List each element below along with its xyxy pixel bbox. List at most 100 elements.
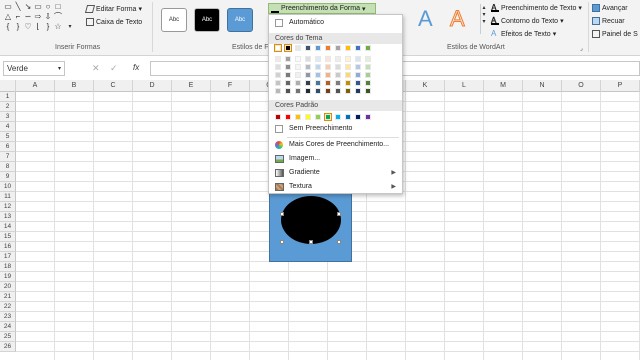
theme-color-swatch[interactable]: [345, 72, 351, 78]
theme-color-swatch[interactable]: [325, 64, 331, 70]
wordart-style-blue[interactable]: A: [418, 6, 433, 32]
theme-color-swatch[interactable]: [274, 44, 282, 52]
column-header[interactable]: E: [172, 80, 211, 92]
row-header[interactable]: 21: [0, 292, 16, 302]
column-header[interactable]: O: [562, 80, 601, 92]
theme-color-swatch[interactable]: [284, 44, 292, 52]
theme-color-swatch[interactable]: [295, 64, 301, 70]
standard-color-swatch[interactable]: [305, 114, 311, 120]
theme-color-swatch[interactable]: [315, 88, 321, 94]
theme-color-swatch[interactable]: [305, 80, 311, 86]
row-header[interactable]: 13: [0, 212, 16, 222]
text-effects-button[interactable]: A Efeitos de Texto ▾: [491, 30, 556, 39]
theme-color-swatch[interactable]: [355, 88, 361, 94]
theme-color-swatch[interactable]: [305, 64, 311, 70]
theme-color-swatch[interactable]: [365, 88, 371, 94]
row-header[interactable]: 7: [0, 152, 16, 162]
theme-color-swatch[interactable]: [345, 45, 351, 51]
down-arrow-shape-icon[interactable]: ⇩: [44, 13, 52, 21]
name-box[interactable]: Verde ▾: [3, 61, 65, 76]
row-header[interactable]: 1: [0, 92, 16, 102]
theme-color-swatch[interactable]: [325, 88, 331, 94]
theme-color-swatch[interactable]: [305, 72, 311, 78]
heart-shape-icon[interactable]: ♡: [24, 23, 32, 31]
theme-color-swatch[interactable]: [335, 56, 341, 62]
send-backward-button[interactable]: Recuar: [592, 17, 625, 25]
oval-shape-icon[interactable]: ○: [44, 3, 52, 11]
shape-style-blue[interactable]: Abc: [227, 8, 253, 32]
brace-close-shape-icon[interactable]: }: [14, 23, 22, 31]
enter-icon[interactable]: ✓: [110, 63, 118, 74]
brace2-shape-icon[interactable]: }: [44, 23, 52, 31]
row-header[interactable]: 8: [0, 162, 16, 172]
theme-color-swatch[interactable]: [325, 72, 331, 78]
insert-function-icon[interactable]: fx: [133, 63, 139, 72]
wordart-style-orange[interactable]: A: [450, 6, 466, 32]
standard-color-swatch[interactable]: [324, 113, 332, 121]
theme-color-swatch[interactable]: [285, 88, 291, 94]
theme-color-swatch[interactable]: [355, 45, 361, 51]
standard-color-swatch[interactable]: [275, 114, 281, 120]
row-header[interactable]: 15: [0, 232, 16, 242]
standard-color-swatch[interactable]: [295, 114, 301, 120]
row-header[interactable]: 17: [0, 252, 16, 262]
selection-handle[interactable]: [280, 240, 284, 244]
shape-fill-button[interactable]: Preenchimento da Forma ▾: [268, 3, 376, 14]
selection-handle[interactable]: [337, 240, 341, 244]
theme-color-swatch[interactable]: [325, 80, 331, 86]
row-header[interactable]: 24: [0, 322, 16, 332]
column-header[interactable]: F: [211, 80, 250, 92]
text-box-button[interactable]: Caixa de Texto: [86, 18, 142, 26]
rectangle-shape-icon[interactable]: ▭: [4, 3, 12, 11]
row-header[interactable]: 10: [0, 182, 16, 192]
theme-color-swatch[interactable]: [365, 80, 371, 86]
theme-color-swatch[interactable]: [315, 72, 321, 78]
row-header[interactable]: 20: [0, 282, 16, 292]
theme-color-swatch[interactable]: [295, 56, 301, 62]
bring-forward-button[interactable]: Avançar: [592, 4, 628, 12]
standard-color-swatch[interactable]: [365, 114, 371, 120]
theme-color-swatch[interactable]: [345, 56, 351, 62]
theme-color-swatch[interactable]: [275, 56, 281, 62]
text-fill-button[interactable]: A Preenchimento de Texto ▾: [491, 4, 582, 12]
column-header[interactable]: D: [133, 80, 172, 92]
row-header[interactable]: 3: [0, 112, 16, 122]
shape-style-outline[interactable]: Abc: [161, 8, 187, 32]
selection-handle[interactable]: [309, 240, 313, 244]
theme-color-swatch[interactable]: [335, 72, 341, 78]
theme-color-swatch[interactable]: [295, 88, 301, 94]
theme-color-swatch[interactable]: [315, 80, 321, 86]
theme-color-swatch[interactable]: [355, 80, 361, 86]
theme-color-swatch[interactable]: [275, 72, 281, 78]
curve-shape-icon[interactable]: ⌒: [54, 13, 62, 21]
theme-color-swatch[interactable]: [335, 80, 341, 86]
row-header[interactable]: 6: [0, 142, 16, 152]
theme-color-swatch[interactable]: [335, 45, 341, 51]
theme-color-swatch[interactable]: [315, 56, 321, 62]
theme-color-swatch[interactable]: [275, 88, 281, 94]
row-header[interactable]: 5: [0, 132, 16, 142]
select-all-corner[interactable]: [0, 80, 16, 92]
edit-shape-button[interactable]: Editar Forma ▾: [84, 5, 142, 13]
curve-connector-icon[interactable]: ∽: [24, 13, 32, 21]
theme-color-swatch[interactable]: [285, 80, 291, 86]
theme-color-swatch[interactable]: [365, 64, 371, 70]
theme-color-swatch[interactable]: [365, 72, 371, 78]
theme-color-swatch[interactable]: [345, 64, 351, 70]
row-header[interactable]: 4: [0, 122, 16, 132]
text-outline-button[interactable]: A Contorno do Texto ▾: [491, 16, 564, 25]
theme-color-swatch[interactable]: [295, 45, 301, 51]
theme-color-swatch[interactable]: [345, 80, 351, 86]
row-header[interactable]: 19: [0, 272, 16, 282]
column-header[interactable]: C: [94, 80, 133, 92]
theme-color-swatch[interactable]: [305, 45, 311, 51]
theme-color-swatch[interactable]: [295, 72, 301, 78]
rect-shape-icon[interactable]: ▭: [34, 3, 42, 11]
column-header[interactable]: L: [445, 80, 484, 92]
row-header[interactable]: 2: [0, 102, 16, 112]
black-circle-shape[interactable]: [281, 196, 341, 244]
right-arrow-shape-icon[interactable]: ⇨: [34, 13, 42, 21]
theme-color-swatch[interactable]: [325, 45, 331, 51]
triangle-shape-icon[interactable]: △: [4, 13, 12, 21]
row-header[interactable]: 18: [0, 262, 16, 272]
